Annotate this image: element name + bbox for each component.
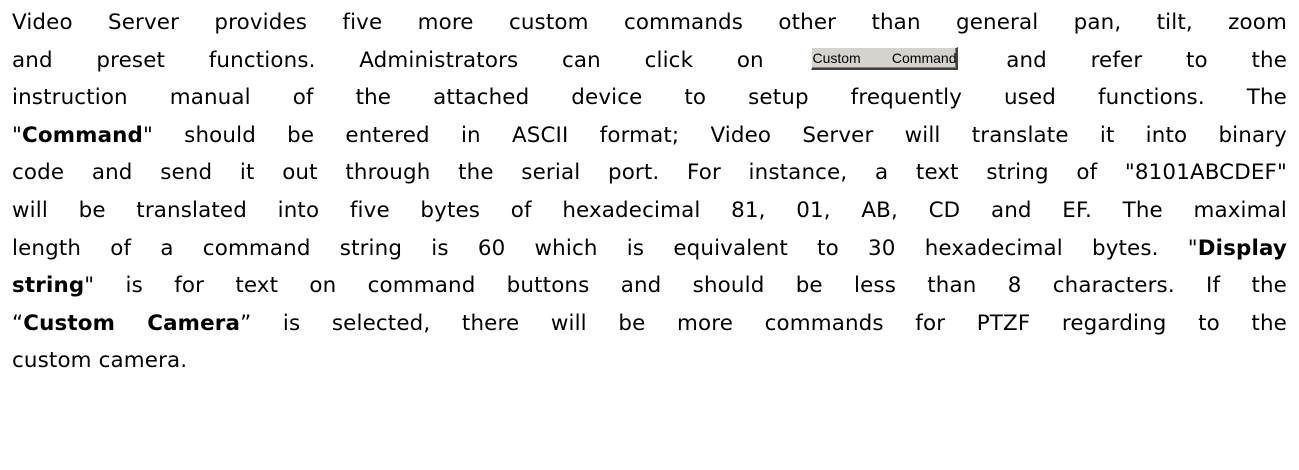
paragraph-line: “Custom Camera” is selected, there will … (12, 305, 1287, 343)
term-display-string-cont: string (12, 273, 85, 299)
text-segment: " is for text on command buttons and sho… (84, 273, 1287, 299)
custom-command-button[interactable]: Custom Command (811, 47, 959, 71)
paragraph-line: and preset functions. Administrators can… (12, 42, 1287, 80)
text-segment: ” is selected, there will be more comman… (240, 310, 1287, 336)
term-custom-camera: Custom Camera (23, 310, 241, 336)
text-segment: code and send it out through the serial … (12, 160, 1287, 186)
text-segment: " (12, 122, 22, 148)
paragraph-line: string" is for text on command buttons a… (12, 267, 1287, 305)
term-display-string: Display (1197, 235, 1287, 261)
paragraph-line: will be translated into five bytes of he… (12, 192, 1287, 230)
paragraph-line: custom camera. (12, 342, 1287, 380)
text-segment: “ (12, 310, 24, 336)
text-segment: length of a command string is 60 which i… (12, 235, 1198, 261)
text-segment: and preset functions. Administrators can… (12, 47, 764, 73)
text-segment: Video Server provides five more custom c… (12, 10, 1287, 35)
paragraph-line: length of a command string is 60 which i… (12, 230, 1287, 268)
text-segment: will be translated into five bytes of he… (12, 197, 1287, 223)
term-command: Command (22, 122, 143, 148)
text-segment: and refer to the (1006, 47, 1288, 73)
instruction-paragraph: Video Server provides five more custom c… (12, 4, 1287, 380)
text-segment: " should be entered in ASCII format; Vid… (143, 122, 1287, 148)
text-segment: custom camera. (12, 348, 188, 374)
paragraph-line: Video Server provides five more custom c… (12, 4, 1287, 42)
paragraph-line: instruction manual of the attached devic… (12, 79, 1287, 117)
paragraph-line: "Command" should be entered in ASCII for… (12, 117, 1287, 155)
paragraph-line: code and send it out through the serial … (12, 154, 1287, 192)
text-segment: instruction manual of the attached devic… (12, 85, 1287, 111)
